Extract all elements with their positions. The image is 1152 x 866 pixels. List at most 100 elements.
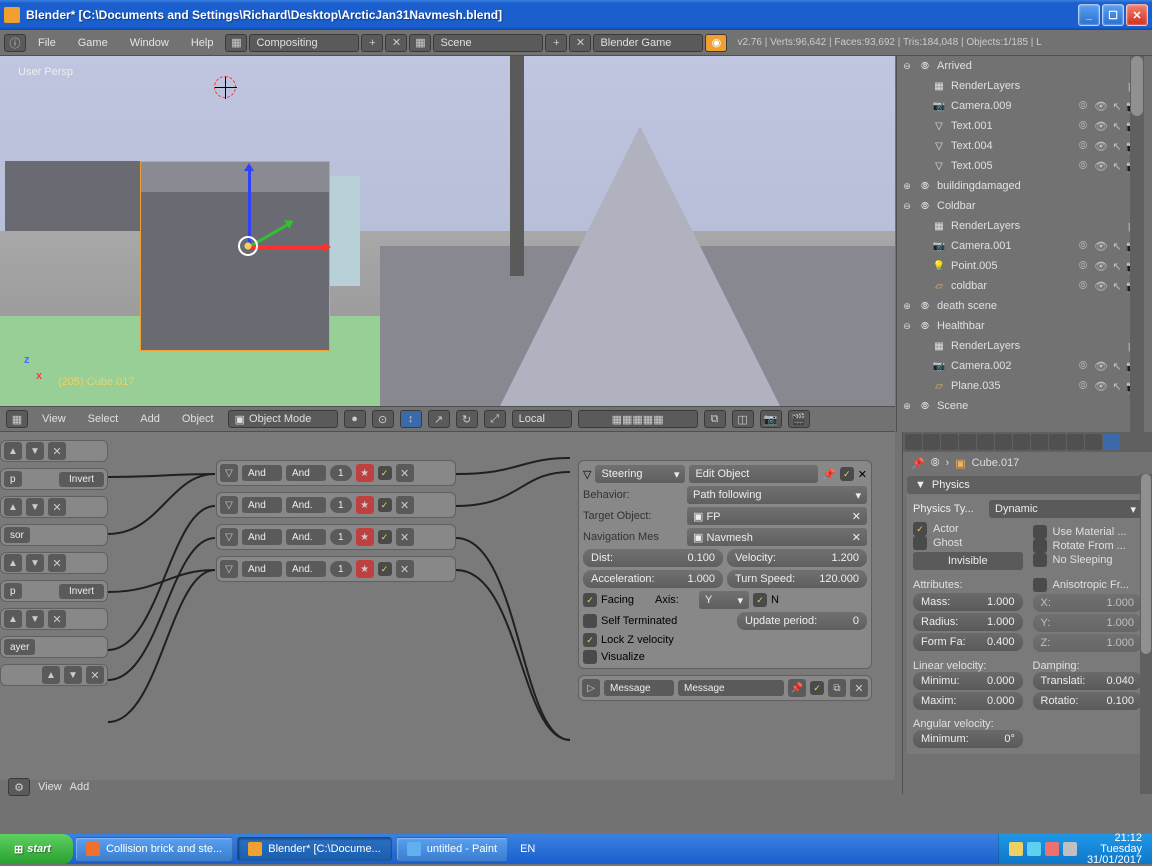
layout-browse-icon[interactable]: ▦ [225, 34, 247, 52]
linvel-max-field[interactable]: Maxim:0.000 [913, 692, 1023, 710]
controller-delete-icon[interactable]: ✕ [396, 528, 414, 546]
brick-close-icon[interactable]: ✕ [48, 442, 66, 460]
scene-dropdown[interactable]: Scene [433, 34, 543, 52]
use-material-checkbox[interactable] [1033, 525, 1047, 539]
outliner-item-text-004[interactable]: ▽ Text.004 ⦾ 👁↖📷 [897, 136, 1144, 156]
message-type-dropdown[interactable]: Message [604, 680, 674, 696]
controller-active-checkbox[interactable] [378, 530, 392, 544]
render-border-icon[interactable]: ◫ [732, 410, 754, 428]
physics-type-dropdown[interactable]: Dynamic▾ [989, 500, 1142, 518]
tray-icon-3[interactable] [1045, 842, 1059, 856]
move-up-icon[interactable]: ▲ [42, 666, 60, 684]
outliner-item-scene[interactable]: ⊕ ⦾ Scene [897, 396, 1144, 416]
priority-icon[interactable]: ★ [356, 464, 374, 482]
controller-name-field[interactable]: And. [286, 561, 326, 577]
update-period-field[interactable]: Update period:0 [737, 612, 867, 630]
brick-close-icon[interactable]: ✕ [48, 554, 66, 572]
sensor-move-buttons[interactable]: ▲ ▼ ✕ [0, 664, 108, 686]
acceleration-field[interactable]: Acceleration:1.000 [583, 570, 723, 588]
scene-add-icon[interactable]: + [545, 34, 567, 52]
actuator-type-dropdown[interactable]: Steering▾ [595, 465, 685, 483]
anisotropic-checkbox[interactable] [1033, 578, 1047, 592]
expand-icon[interactable]: ⊖ [901, 201, 913, 212]
move-up-icon[interactable]: ▲ [4, 498, 22, 516]
expand-icon[interactable]: ⊖ [901, 321, 913, 332]
tray-icon-1[interactable] [1009, 842, 1023, 856]
move-up-icon[interactable]: ▲ [4, 610, 22, 628]
move-down-icon[interactable]: ▼ [26, 554, 44, 572]
visualize-checkbox[interactable] [583, 650, 597, 664]
invisible-button[interactable]: Invisible [913, 552, 1023, 570]
minimize-button[interactable]: _ [1078, 4, 1100, 26]
physics-panel-header[interactable]: ▼ Physics [907, 476, 1148, 494]
taskbar-task-1[interactable]: Blender* [C:\Docume... [237, 837, 392, 861]
tab-object[interactable] [977, 434, 994, 450]
tab-renderlayers[interactable] [923, 434, 940, 450]
scene-delete-icon[interactable]: ✕ [569, 34, 591, 52]
actuator-expand-icon[interactable]: ▽ [583, 468, 591, 481]
tray-clock[interactable]: 21:12 Tuesday 31/01/2017 [1087, 833, 1142, 866]
controller-active-checkbox[interactable] [378, 562, 392, 576]
move-up-icon[interactable]: ▲ [4, 554, 22, 572]
message-active-checkbox[interactable] [810, 681, 824, 695]
manipulator-icon[interactable]: ↕ [400, 410, 422, 428]
controller-type-dropdown[interactable]: And [242, 529, 282, 545]
manipulator-rotate-icon[interactable]: ↻ [456, 410, 478, 428]
lockz-checkbox[interactable] [583, 633, 597, 647]
controller-delete-icon[interactable]: ✕ [396, 464, 414, 482]
move-down-icon[interactable]: ▼ [26, 498, 44, 516]
info-editor-icon[interactable]: ⓘ [4, 34, 26, 52]
pin-icon[interactable]: 📌 [788, 679, 806, 697]
outliner-item-arrived[interactable]: ⊖ ⦾ Arrived [897, 56, 1144, 76]
tab-modifiers[interactable] [1013, 434, 1030, 450]
outliner-item-renderlayers[interactable]: ▦ RenderLayers ▦ [897, 76, 1144, 96]
system-tray[interactable]: 21:12 Tuesday 31/01/2017 [998, 834, 1152, 864]
rotate-from-checkbox[interactable] [1033, 539, 1047, 553]
vp-menu-view[interactable]: View [34, 411, 74, 427]
controller-delete-icon[interactable]: ✕ [396, 496, 414, 514]
outliner-item-healthbar[interactable]: ⊖ ⦾ Healthbar [897, 316, 1144, 336]
opengl-render-icon[interactable]: 📷 [760, 410, 782, 428]
expand-icon[interactable]: ⊕ [901, 401, 913, 412]
controller-type-dropdown[interactable]: And [242, 561, 282, 577]
tab-constraints[interactable] [995, 434, 1012, 450]
brick-close-icon[interactable]: ✕ [48, 498, 66, 516]
tab-scene[interactable] [941, 434, 958, 450]
outliner-item-renderlayers[interactable]: ▦ RenderLayers ▦ [897, 216, 1144, 236]
controller-state-field[interactable]: 1 [330, 561, 352, 577]
controller-type-dropdown[interactable]: And [242, 497, 282, 513]
priority-icon[interactable]: ★ [356, 528, 374, 546]
facing-checkbox[interactable] [583, 593, 597, 607]
outliner-item-coldbar[interactable]: ▱ coldbar ⦾ 👁↖📷 [897, 276, 1144, 296]
tab-data[interactable] [1031, 434, 1048, 450]
no-sleeping-checkbox[interactable] [1033, 553, 1047, 567]
start-button[interactable]: ⊞start [0, 834, 73, 864]
behavior-dropdown[interactable]: Path following▾ [687, 486, 867, 504]
damping-rot-field[interactable]: Rotatio:0.100 [1033, 692, 1143, 710]
orientation-dropdown[interactable]: Local [512, 410, 572, 428]
message-special-icon[interactable]: ⧉ [828, 679, 846, 697]
selfterminated-checkbox[interactable] [583, 614, 597, 628]
linvel-min-field[interactable]: Minimu:0.000 [913, 672, 1023, 690]
opengl-anim-icon[interactable]: 🎬 [788, 410, 810, 428]
actuator-active-checkbox[interactable] [840, 467, 854, 481]
dist-field[interactable]: Dist:0.100 [583, 549, 723, 567]
angvel-min-field[interactable]: Minimum:0° [913, 730, 1023, 748]
tab-material[interactable] [1049, 434, 1066, 450]
vp-menu-object[interactable]: Object [174, 411, 222, 427]
expand-icon[interactable]: ⊖ [901, 61, 913, 72]
mass-field[interactable]: Mass:1.000 [913, 593, 1023, 611]
move-down-icon[interactable]: ▼ [26, 610, 44, 628]
damping-trans-field[interactable]: Translati:0.040 [1033, 672, 1143, 690]
controller-expand-icon[interactable]: ▽ [220, 496, 238, 514]
velocity-field[interactable]: Velocity:1.200 [727, 549, 867, 567]
properties-scroll-thumb[interactable] [1141, 474, 1151, 654]
controller-expand-icon[interactable]: ▽ [220, 464, 238, 482]
taskbar-task-2[interactable]: untitled - Paint [396, 837, 508, 861]
controller-state-field[interactable]: 1 [330, 465, 352, 481]
axis-dropdown[interactable]: Y▾ [699, 591, 749, 609]
n-checkbox[interactable] [753, 593, 767, 607]
actor-checkbox[interactable] [913, 522, 927, 536]
outliner-item-plane-035[interactable]: ▱ Plane.035 ⦾ 👁↖📷 [897, 376, 1144, 396]
taskbar-task-0[interactable]: Collision brick and ste... [75, 837, 233, 861]
